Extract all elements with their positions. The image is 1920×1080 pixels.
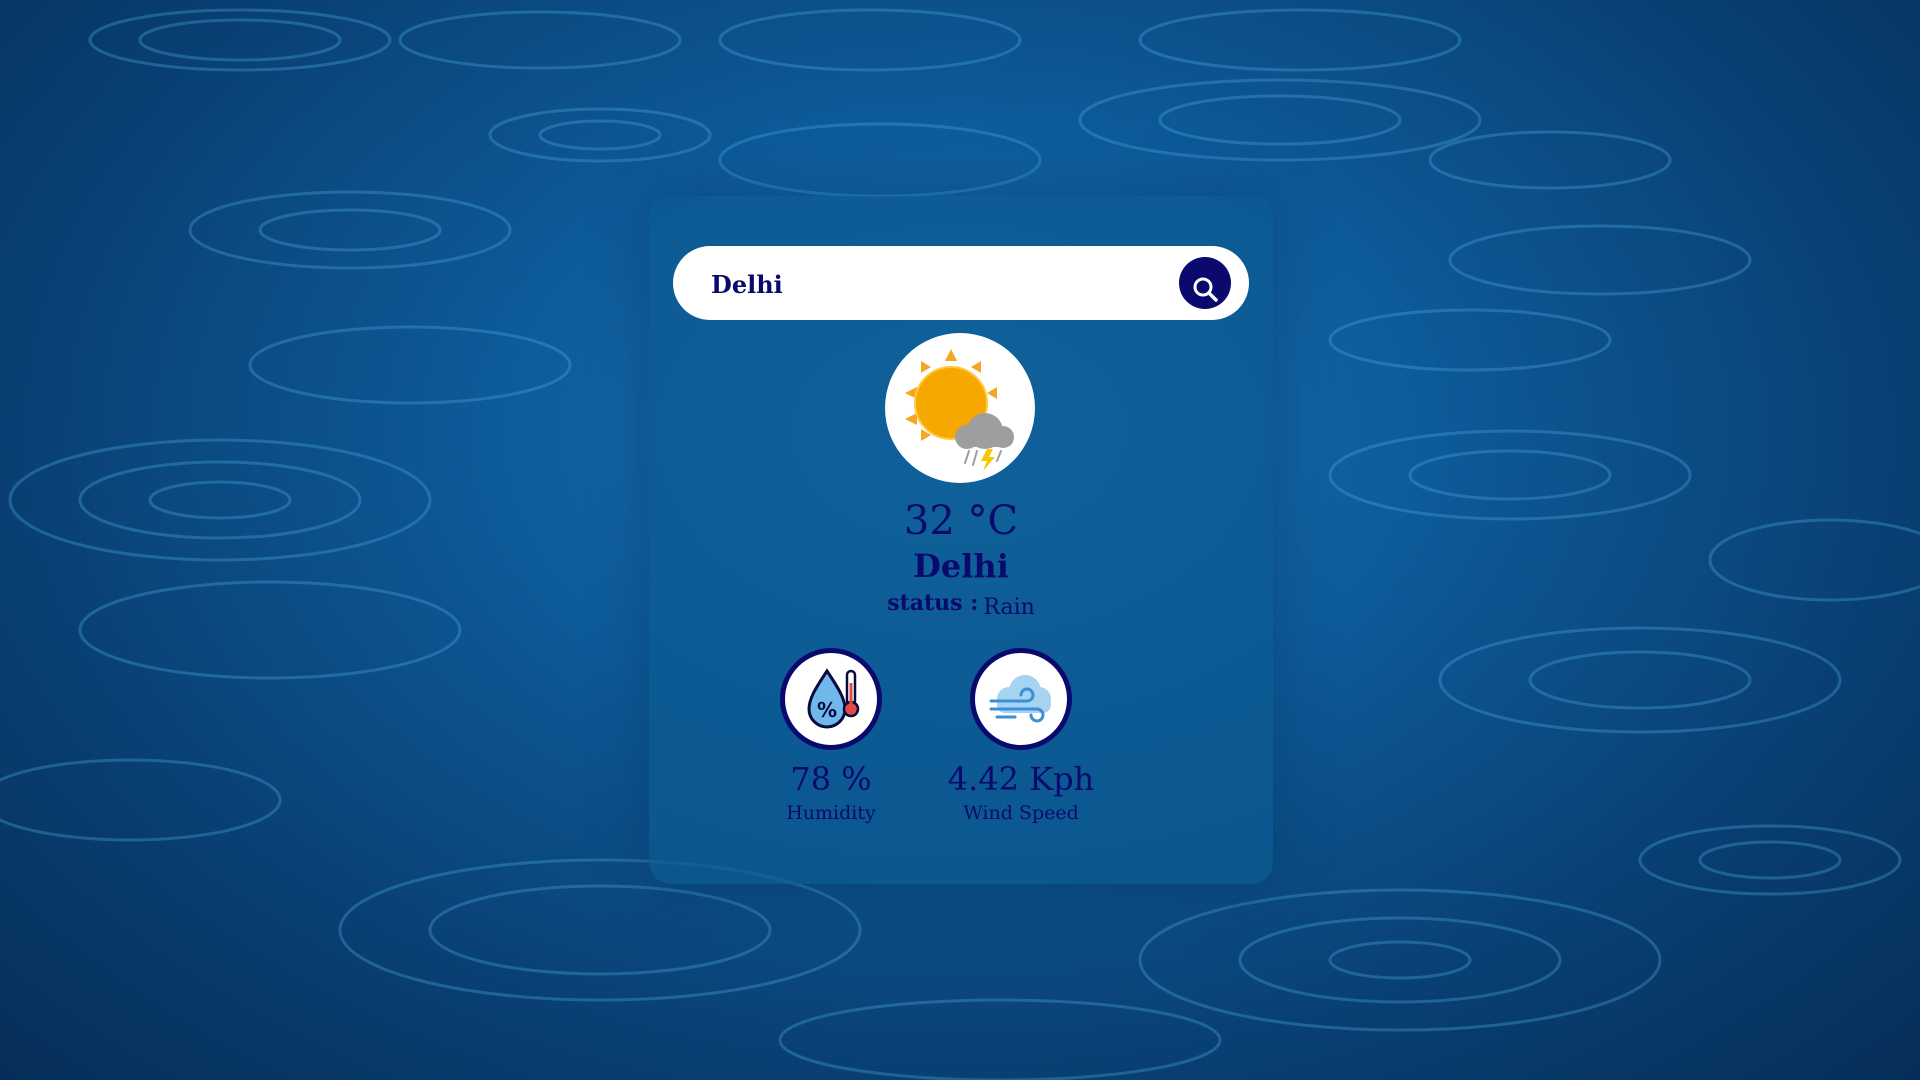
humidity-value: 78 % bbox=[790, 760, 872, 798]
weather-condition-icon-container bbox=[885, 333, 1035, 483]
weather-status: status : Rain bbox=[649, 590, 1273, 620]
status-value: Rain bbox=[983, 595, 1035, 620]
svg-text:%: % bbox=[817, 698, 837, 722]
wind-metric: 4.42 Kph Wind Speed bbox=[921, 648, 1121, 824]
humidity-label: Humidity bbox=[786, 802, 876, 824]
city-name: Delhi bbox=[913, 547, 1009, 585]
humidity-icon-container: % bbox=[780, 648, 882, 750]
search-icon bbox=[1193, 277, 1218, 302]
wind-speed-label: Wind Speed bbox=[963, 802, 1079, 824]
search-bar bbox=[673, 246, 1249, 320]
weather-card: 32 °C Delhi status : Rain % 78 % Humidit… bbox=[649, 196, 1273, 884]
wind-speed-value: 4.42 Kph bbox=[947, 760, 1095, 798]
humidity-icon: % bbox=[807, 668, 860, 729]
wind-icon-container bbox=[970, 648, 1072, 750]
temperature-display: 32 °C bbox=[903, 498, 1019, 544]
wind-icon bbox=[989, 675, 1051, 723]
status-label: status : bbox=[887, 590, 979, 616]
sun-cloud-thunder-icon bbox=[905, 349, 1014, 471]
city-search-input[interactable] bbox=[709, 259, 1153, 309]
humidity-metric: % 78 % Humidity bbox=[731, 648, 931, 824]
search-button[interactable] bbox=[1179, 257, 1231, 309]
